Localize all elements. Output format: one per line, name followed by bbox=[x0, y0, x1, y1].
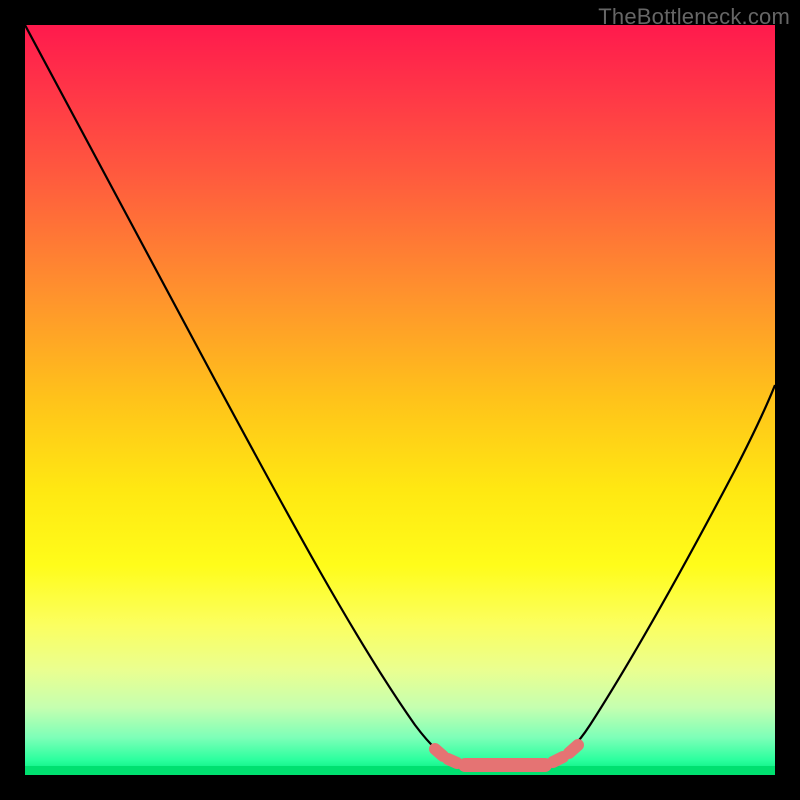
plot-area bbox=[25, 25, 775, 775]
trough-right-dash-2 bbox=[569, 745, 578, 753]
curve-layer bbox=[25, 25, 775, 775]
bottleneck-curve bbox=[25, 25, 775, 766]
trough-right-dash-1 bbox=[553, 757, 563, 762]
watermark-text: TheBottleneck.com bbox=[598, 4, 790, 30]
trough-left-dash-2 bbox=[448, 759, 457, 763]
trough-left-dash-1 bbox=[435, 749, 443, 756]
chart-frame: TheBottleneck.com bbox=[0, 0, 800, 800]
